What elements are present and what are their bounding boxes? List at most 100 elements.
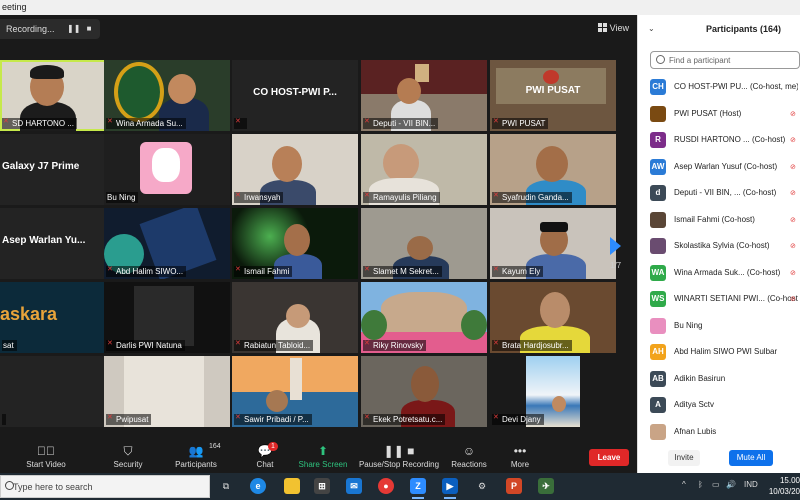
battery-icon[interactable]: ▭ [712,480,720,489]
grid-icon [597,23,607,32]
video-tile[interactable]: Bu Ning [104,134,230,205]
zoom-icon[interactable]: Z [410,478,426,499]
video-tile[interactable]: ✕ Ramayulis Piliang [361,134,487,205]
muted-mic-icon: ✕ [235,340,241,347]
participant-row[interactable]: Skolastika Sylvia (Co-host) ⊘ [638,234,800,261]
taskbar-clock[interactable]: 15.00 10/03/20 [764,475,800,497]
participant-name: PWI PUSAT (Host) [674,108,742,118]
participant-name: Aditya Sctv [674,400,715,409]
participant-name: ✕ Brata Hardjosubr... [492,340,572,351]
keyboard-language[interactable]: IND [744,480,758,489]
participant-name: ✕ PWI PUSAT [492,118,549,129]
video-tile[interactable]: ✕ Rabiatun Tabloid... [232,282,358,353]
muted-mic-icon: ✕ [107,340,113,347]
video-tile[interactable]: ✕ Syafrudin Ganda... [490,134,616,205]
recording-indicator: Recording... ❚❚ ■ [0,19,100,39]
video-tile[interactable]: ✕ Sawir Pribadi / P... [232,356,358,427]
recording-label: Recording... [6,24,55,34]
participant-name: ✕ Slamet M Sekret... [363,266,442,277]
bluetooth-icon[interactable]: ᛒ [698,480,703,489]
participant-row[interactable]: R RUSDI HARTONO ... (Co-host) ⊘ [638,128,800,155]
video-tile[interactable]: ✕ Ekek Potretsatu.c... [361,356,487,427]
participant-search-input[interactable] [669,53,797,67]
file-explorer-icon[interactable] [284,478,300,494]
video-off-icon: ⊘ [790,296,796,303]
tray-chevron-up-icon[interactable]: ^ [682,480,686,489]
chevron-down-icon[interactable]: ⌄ [648,15,655,43]
store-icon[interactable]: ⊞ [314,478,330,494]
participant-name: ✕ Devi Djany [492,414,544,425]
participant-name: ✕ Darlis PWI Natuna [106,340,185,351]
speaker-icon[interactable]: 🔊 [726,480,736,489]
participant-row[interactable]: Ismail Fahmi (Co-host) ⊘ [638,208,800,235]
participants-button[interactable]: 👥 Participants 164 [168,442,224,473]
chat-badge: 1 [268,442,278,451]
video-tile[interactable]: CO HOST-PWI P... ✕ [232,60,358,131]
video-tile[interactable]: ✕ Irwansyah [232,134,358,205]
stop-recording-icon[interactable]: ■ [84,24,94,34]
avatar: WS [650,291,666,307]
participant-row[interactable]: WS WINARTI SETIANI PWI... (Co-host) ⊘ [638,287,800,314]
participant-row[interactable]: WA Wina Armada Suk... (Co-host) ⊘ [638,261,800,288]
participant-row[interactable]: Afnan Lubis [638,420,800,447]
powerpoint-icon[interactable]: P [506,478,522,494]
participants-panel-footer: Invite Mute All [638,447,800,473]
participant-row[interactable]: Bu Ning [638,314,800,341]
participant-row[interactable]: A Aditya Sctv [638,393,800,420]
edge-icon[interactable]: e [250,478,266,494]
muted-mic-icon: ✕ [364,118,370,125]
security-button[interactable]: ⛉ Security [104,442,152,473]
video-tile[interactable]: ✕ Devi Djany [490,356,616,427]
more-button[interactable]: ••• More [506,442,534,473]
participants-panel-header: ⌄ Participants (164) [638,15,800,43]
participant-row[interactable]: d Deputi - VII BIN, ... (Co-host) ⊘ [638,181,800,208]
view-button[interactable]: View [597,21,629,35]
participant-name: ✕ Abd Halim SIWO... [106,266,187,277]
clock-date: 10/03/20 [768,487,800,496]
next-page-arrow[interactable] [610,237,621,255]
video-tile[interactable]: ✕ Kayum Ely [490,208,616,279]
pause-recording-icon[interactable]: ❚❚ [67,24,80,34]
participant-name: ✕ Rabiatun Tabloid... [234,340,314,351]
task-view-icon[interactable]: ⧉ [218,478,234,494]
taskbar-search[interactable] [0,475,210,498]
participant-row[interactable]: AW Asep Warlan Yusuf (Co-host) ⊘ [638,155,800,182]
participant-name: ✕ Pwipusat [106,414,152,425]
participant-search[interactable] [650,51,800,69]
meeting-toolbar: ▮⃠ Start Video ⛉ Security 👥 Participants 16… [0,442,637,473]
zoom-meeting-icon[interactable]: ▶ [442,478,458,499]
video-tile[interactable]: ✕ Riky Rinovsky [361,282,487,353]
video-tile[interactable]: ✕ Slamet M Sekret... [361,208,487,279]
settings-gear-icon[interactable]: ⚙ [474,478,490,494]
mail-icon[interactable]: ✉ [346,478,362,494]
participant-row[interactable]: PWI PUSAT (Host) ⊘ [638,102,800,129]
share-screen-icon: ⬆ [317,444,329,458]
video-tile[interactable]: ✕ Deputi - VII BIN... [361,60,487,131]
start-video-button[interactable]: ▮⃠ Start Video [20,442,72,473]
chrome-icon[interactable]: ● [378,478,394,494]
chat-button[interactable]: 💬 Chat 1 [248,442,282,473]
muted-mic-icon: ✕ [493,340,499,347]
video-tile[interactable]: ✕ Brata Hardjosubr... [490,282,616,353]
video-tile[interactable]: ✕ Ismail Fahmi [232,208,358,279]
video-tile[interactable]: ✕ Darlis PWI Natuna [104,282,230,353]
muted-mic-icon: ✕ [493,118,499,125]
pause-stop-recording-button[interactable]: ❚❚ ■ Pause/Stop Recording [358,442,440,473]
share-screen-button[interactable]: ⬆ Share Screen [298,442,348,473]
mute-all-button[interactable]: Mute All [729,450,773,466]
participant-name [2,414,6,425]
invite-button[interactable]: Invite [668,450,700,466]
video-tile[interactable]: ✕ Abd Halim SIWO... [104,208,230,279]
participant-row[interactable]: AH Abd Halim SIWO PWI Sulbar [638,340,800,367]
reactions-button[interactable]: ☺ Reactions [448,442,490,473]
video-tile[interactable]: ✕ Wina Armada Su... [104,60,230,131]
video-tile[interactable]: PWI PUSAT ✕ PWI PUSAT [490,60,616,131]
leave-button[interactable]: Leave [589,449,629,466]
video-tile[interactable]: ✕ Pwipusat [104,356,230,427]
avatar [650,105,666,122]
app-icon[interactable]: ✈ [538,478,554,494]
participant-row[interactable]: AB Adikin Basirun [638,367,800,394]
participant-name: Bu Ning [674,320,703,330]
taskbar-search-input[interactable] [13,480,203,494]
participant-row[interactable]: CH CO HOST-PWI PU... (Co-host, me) [638,75,800,102]
